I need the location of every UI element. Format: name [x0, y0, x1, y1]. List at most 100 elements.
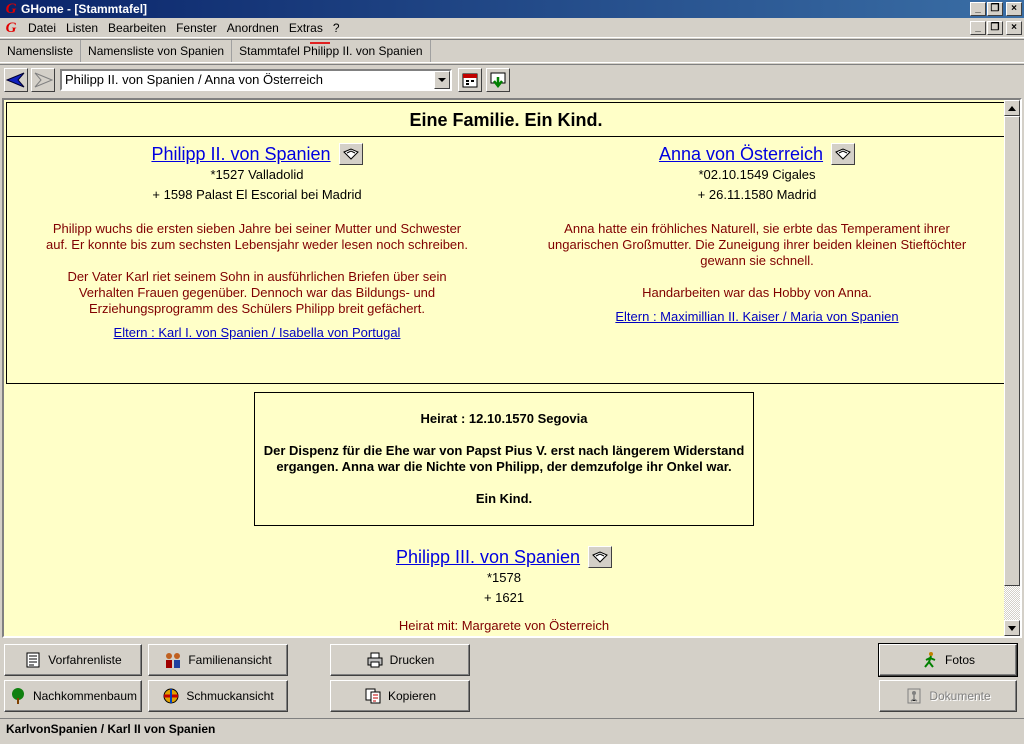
book-icon [592, 551, 608, 563]
father-born: *1527 Valladolid [210, 167, 304, 182]
nachkommenbaum-label: Nachkommenbaum [32, 689, 138, 703]
child-notes-button[interactable] [588, 546, 613, 568]
familienansicht-button[interactable]: Familienansicht [148, 644, 288, 676]
parents-panel: Philipp II. von Spanien *1527 Valladolid… [6, 136, 1006, 384]
close-button[interactable]: × [1006, 2, 1022, 16]
menu-extras[interactable]: Extras [284, 19, 328, 37]
back-arrow-icon [6, 72, 25, 88]
drucken-label: Drucken [389, 653, 435, 667]
father-parents-link[interactable]: Eltern : Karl I. von Spanien / Isabella … [114, 325, 401, 340]
restore-button[interactable]: ❐ [987, 2, 1003, 16]
family-view-icon [164, 651, 182, 669]
doc-close-button[interactable]: × [1006, 21, 1022, 35]
familienansicht-label: Familienansicht [188, 653, 272, 667]
nachkommenbaum-button[interactable]: Nachkommenbaum [4, 680, 142, 712]
child-card: Philipp III. von Spanien *1578 + 1621 He… [4, 540, 1004, 634]
scroll-up-arrow-icon [1008, 105, 1016, 111]
tab-namensliste-spanien[interactable]: Namensliste von Spanien [81, 40, 233, 62]
combo-dropdown-arrow-icon[interactable] [434, 71, 450, 89]
mother-died: + 26.11.1580 Madrid [697, 187, 817, 202]
menu-help[interactable]: ? [328, 19, 345, 37]
tree-icon [9, 687, 27, 705]
schmuckansicht-button[interactable]: Schmuckansicht [148, 680, 288, 712]
doc-restore-button[interactable]: ❐ [987, 21, 1003, 35]
back-button[interactable] [4, 68, 28, 92]
tab-stammtafel[interactable]: Stammtafel Philipp II. von Spanien [232, 40, 431, 62]
scrollbar-thumb[interactable] [1004, 116, 1020, 586]
scroll-down-arrow-icon [1008, 625, 1016, 631]
navigation-bar: Philipp II. von Spanien / Anna von Öster… [0, 64, 1024, 96]
calendar-icon [462, 73, 478, 88]
ancestor-list-icon [24, 651, 42, 669]
family-selector-value: Philipp II. von Spanien / Anna von Öster… [65, 72, 323, 87]
father-notes-button[interactable] [338, 143, 363, 165]
minimize-button[interactable]: _ [970, 2, 986, 16]
drucken-button[interactable]: Drucken [330, 644, 470, 676]
tab-namensliste[interactable]: Namensliste [0, 40, 82, 62]
doc-minimize-button[interactable]: _ [970, 21, 986, 35]
forward-arrow-icon [34, 72, 53, 88]
kopieren-label: Kopieren [387, 689, 437, 703]
menu-fenster[interactable]: Fenster [171, 19, 222, 37]
fotos-label: Fotos [944, 653, 975, 667]
dokumente-button[interactable]: Dokumente [879, 680, 1017, 712]
download-button[interactable] [486, 68, 510, 92]
menu-datei[interactable]: Datei [23, 19, 61, 37]
book-icon [835, 148, 851, 160]
fotos-button[interactable]: Fotos [878, 643, 1018, 677]
child-died: + 1621 [483, 590, 525, 605]
photo-person-icon [921, 651, 939, 669]
window-controls: _ ❐ × [969, 2, 1022, 16]
menu-listen[interactable]: Listen [61, 19, 103, 37]
father-name-link[interactable]: Philipp II. von Spanien [151, 144, 330, 165]
page-title: Eine Familie. Ein Kind. [6, 102, 1006, 136]
bottom-toolbar: Vorfahrenliste Familienansicht Drucken F… [0, 640, 1024, 716]
mother-card: Anna von Österreich *02.10.1549 Cigales … [507, 137, 1007, 324]
child-name-link[interactable]: Philipp III. von Spanien [396, 547, 580, 568]
mother-notes-button[interactable] [831, 143, 856, 165]
scroll-down-button[interactable] [1004, 620, 1020, 636]
children-count: Ein Kind. [475, 491, 533, 506]
child-marriage: Heirat mit: Margarete von Österreich [398, 618, 610, 633]
father-bio-2: Der Vater Karl riet seinem Sohn in ausfü… [67, 269, 447, 316]
forward-button[interactable] [31, 68, 55, 92]
menu-bearbeiten[interactable]: Bearbeiten [103, 19, 171, 37]
schmuckansicht-label: Schmuckansicht [186, 689, 274, 703]
calendar-button[interactable] [458, 68, 482, 92]
book-icon [342, 148, 359, 160]
mother-name-link[interactable]: Anna von Österreich [659, 144, 823, 165]
status-bar: KarlvonSpanien / Karl II von Spanien [0, 718, 1024, 740]
family-selector-combo[interactable]: Philipp II. von Spanien / Anna von Öster… [60, 69, 452, 91]
printer-icon [366, 651, 384, 669]
menu-anordnen[interactable]: Anordnen [222, 19, 284, 37]
decorative-view-icon [162, 687, 180, 705]
document-person-icon [905, 687, 923, 705]
mother-bio-1: Anna hatte ein fröhliches Naturell, sie … [547, 221, 967, 268]
download-icon [490, 72, 506, 89]
father-died: + 1598 Palast El Escorial bei Madrid [152, 187, 362, 202]
dokumente-label: Dokumente [929, 689, 991, 703]
marriage-box: Heirat : 12.10.1570 Segovia Der Dispenz … [254, 392, 754, 526]
title-bar: G GHome - [Stammtafel] _ ❐ × [0, 0, 1024, 18]
menu-bar: G Datei Listen Bearbeiten Fenster Anordn… [0, 18, 1024, 38]
family-tree-view: Eine Familie. Ein Kind. Philipp II. von … [2, 98, 1022, 638]
vorfahrenliste-label: Vorfahrenliste [48, 653, 122, 667]
mother-parents-link[interactable]: Eltern : Maximillian II. Kaiser / Maria … [615, 309, 898, 324]
document-window-controls: _ ❐ × [969, 21, 1022, 35]
father-bio-1: Philipp wuchs die ersten sieben Jahre be… [45, 221, 469, 252]
scroll-up-button[interactable] [1004, 100, 1020, 116]
vertical-scrollbar[interactable] [1004, 100, 1020, 636]
father-card: Philipp II. von Spanien *1527 Valladolid… [7, 137, 507, 340]
window-title: GHome - [Stammtafel] [21, 2, 148, 16]
child-born: *1578 [487, 570, 521, 585]
app-logo-icon: G [5, 1, 17, 17]
kopieren-button[interactable]: Kopieren [330, 680, 470, 712]
tab-bar: Namensliste Namensliste von Spanien Stam… [0, 39, 1024, 63]
mother-born: *02.10.1549 Cigales [698, 167, 816, 182]
copy-icon [364, 687, 382, 705]
mother-bio-2: Handarbeiten war das Hobby von Anna. [642, 285, 872, 300]
marriage-notes: Der Dispenz für die Ehe war von Papst Pi… [263, 443, 745, 474]
marriage-date: Heirat : 12.10.1570 Segovia [420, 411, 588, 426]
vorfahrenliste-button[interactable]: Vorfahrenliste [4, 644, 142, 676]
document-logo-icon[interactable]: G [3, 20, 19, 36]
